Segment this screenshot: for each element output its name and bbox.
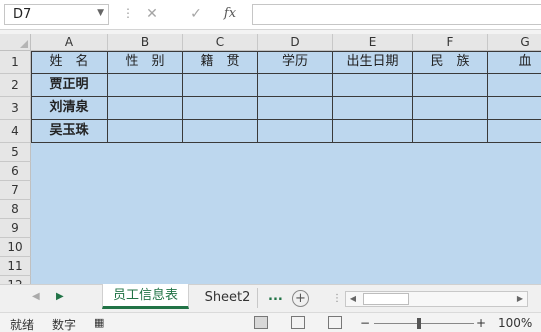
cell-f2[interactable] [413,74,488,97]
enter-icon[interactable]: ✓ [186,4,206,24]
cell-g3[interactable] [488,97,541,120]
cell-g1[interactable]: 血 [488,51,541,74]
cell-f4[interactable] [413,120,488,143]
zoom-level[interactable]: 100% [498,316,532,330]
cell-c3[interactable] [183,97,258,120]
cell-d4[interactable] [258,120,333,143]
formula-bar: D7 ▼ ⋮ ✕ ✓ fx [0,0,541,30]
status-mode: 数字 [52,318,77,332]
chevron-down-icon[interactable]: ▼ [97,8,104,18]
cell-e1[interactable]: 出生日期 [333,51,413,74]
row-header-10[interactable]: 10 [0,238,31,257]
cell-b1[interactable]: 性 别 [108,51,183,74]
normal-view-icon[interactable] [254,316,268,329]
name-box-value: D7 [13,7,32,22]
row-header-1[interactable]: 1 [0,51,31,74]
cell-a2[interactable]: 贾正明 [31,74,108,97]
column-header-e[interactable]: E [333,34,413,51]
cell-e3[interactable] [333,97,413,120]
row-header-12[interactable]: 12 [0,276,31,284]
row-header-9[interactable]: 9 [0,219,31,238]
row-header-3[interactable]: 3 [0,97,31,120]
cell-e2[interactable] [333,74,413,97]
sheet-tab-bar: ◀ ▶ 员工信息表 Sheet2 ... + ⋮ ◀ ▶ [0,284,541,312]
sheet-tab-2[interactable]: Sheet2 [198,288,258,308]
row-header-4[interactable]: 4 [0,120,31,143]
row-header-7[interactable]: 7 [0,181,31,200]
zoom-slider[interactable] [374,323,474,324]
cell-c4[interactable] [183,120,258,143]
scroll-left-icon[interactable]: ◀ [346,292,360,306]
table-top-border [31,51,541,52]
status-bar: 就绪 数字 ▦ − + 100% [0,312,541,332]
scrollbar-thumb[interactable] [363,293,409,305]
column-header-d[interactable]: D [258,34,333,51]
name-box[interactable]: D7 ▼ [4,4,109,25]
cell-d1[interactable]: 学历 [258,51,333,74]
cell-g2[interactable] [488,74,541,97]
page-break-view-icon[interactable] [328,316,342,329]
row-header-8[interactable]: 8 [0,200,31,219]
row-header-6[interactable]: 6 [0,162,31,181]
row-header-2[interactable]: 2 [0,74,31,97]
insert-function-icon[interactable]: fx [220,4,240,24]
column-header-f[interactable]: F [413,34,488,51]
scroll-right-icon[interactable]: ▶ [513,292,527,306]
worksheet-grid: A B C D E F G 1 2 3 4 5 6 7 8 9 10 11 12… [0,34,541,284]
column-header-b[interactable]: B [108,34,183,51]
add-sheet-button[interactable]: + [292,290,309,307]
scroll-tabs-left-icon[interactable]: ◀ [32,291,40,302]
cell-a4[interactable]: 吴玉珠 [31,120,108,143]
drag-handle-icon[interactable]: ⋮ [122,6,134,20]
cell-f3[interactable] [413,97,488,120]
sheet-tab-active[interactable]: 员工信息表 [102,284,189,309]
cell-a3[interactable]: 刘清泉 [31,97,108,120]
cell-g4[interactable] [488,120,541,143]
page-layout-view-icon[interactable] [291,316,305,329]
cancel-icon[interactable]: ✕ [142,4,162,24]
cell-d2[interactable] [258,74,333,97]
cell-b2[interactable] [108,74,183,97]
row-header-11[interactable]: 11 [0,257,31,276]
horizontal-scrollbar[interactable]: ◀ ▶ [345,291,528,307]
formula-input[interactable] [252,4,541,25]
cell-b3[interactable] [108,97,183,120]
zoom-slider-thumb[interactable] [417,318,421,329]
cell-e4[interactable] [333,120,413,143]
cell-d3[interactable] [258,97,333,120]
cell-a1[interactable]: 姓 名 [31,51,108,74]
status-ready: 就绪 [10,318,35,332]
row-header-5[interactable]: 5 [0,143,31,162]
zoom-in-button[interactable]: + [476,316,486,330]
column-header-c[interactable]: C [183,34,258,51]
tab-splitter-handle[interactable]: ⋮ [332,293,342,304]
column-header-g[interactable]: G [488,34,541,51]
column-header-a[interactable]: A [31,34,108,51]
scroll-tabs-right-icon[interactable]: ▶ [56,291,64,302]
cell-c1[interactable]: 籍 贯 [183,51,258,74]
select-all-corner[interactable] [0,34,31,51]
more-sheets-button[interactable]: ... [268,289,283,304]
cell-f1[interactable]: 民 族 [413,51,488,74]
table-left-border [31,51,32,143]
cell-c2[interactable] [183,74,258,97]
macro-record-icon[interactable]: ▦ [94,316,104,329]
zoom-out-button[interactable]: − [360,316,370,330]
cell-b4[interactable] [108,120,183,143]
